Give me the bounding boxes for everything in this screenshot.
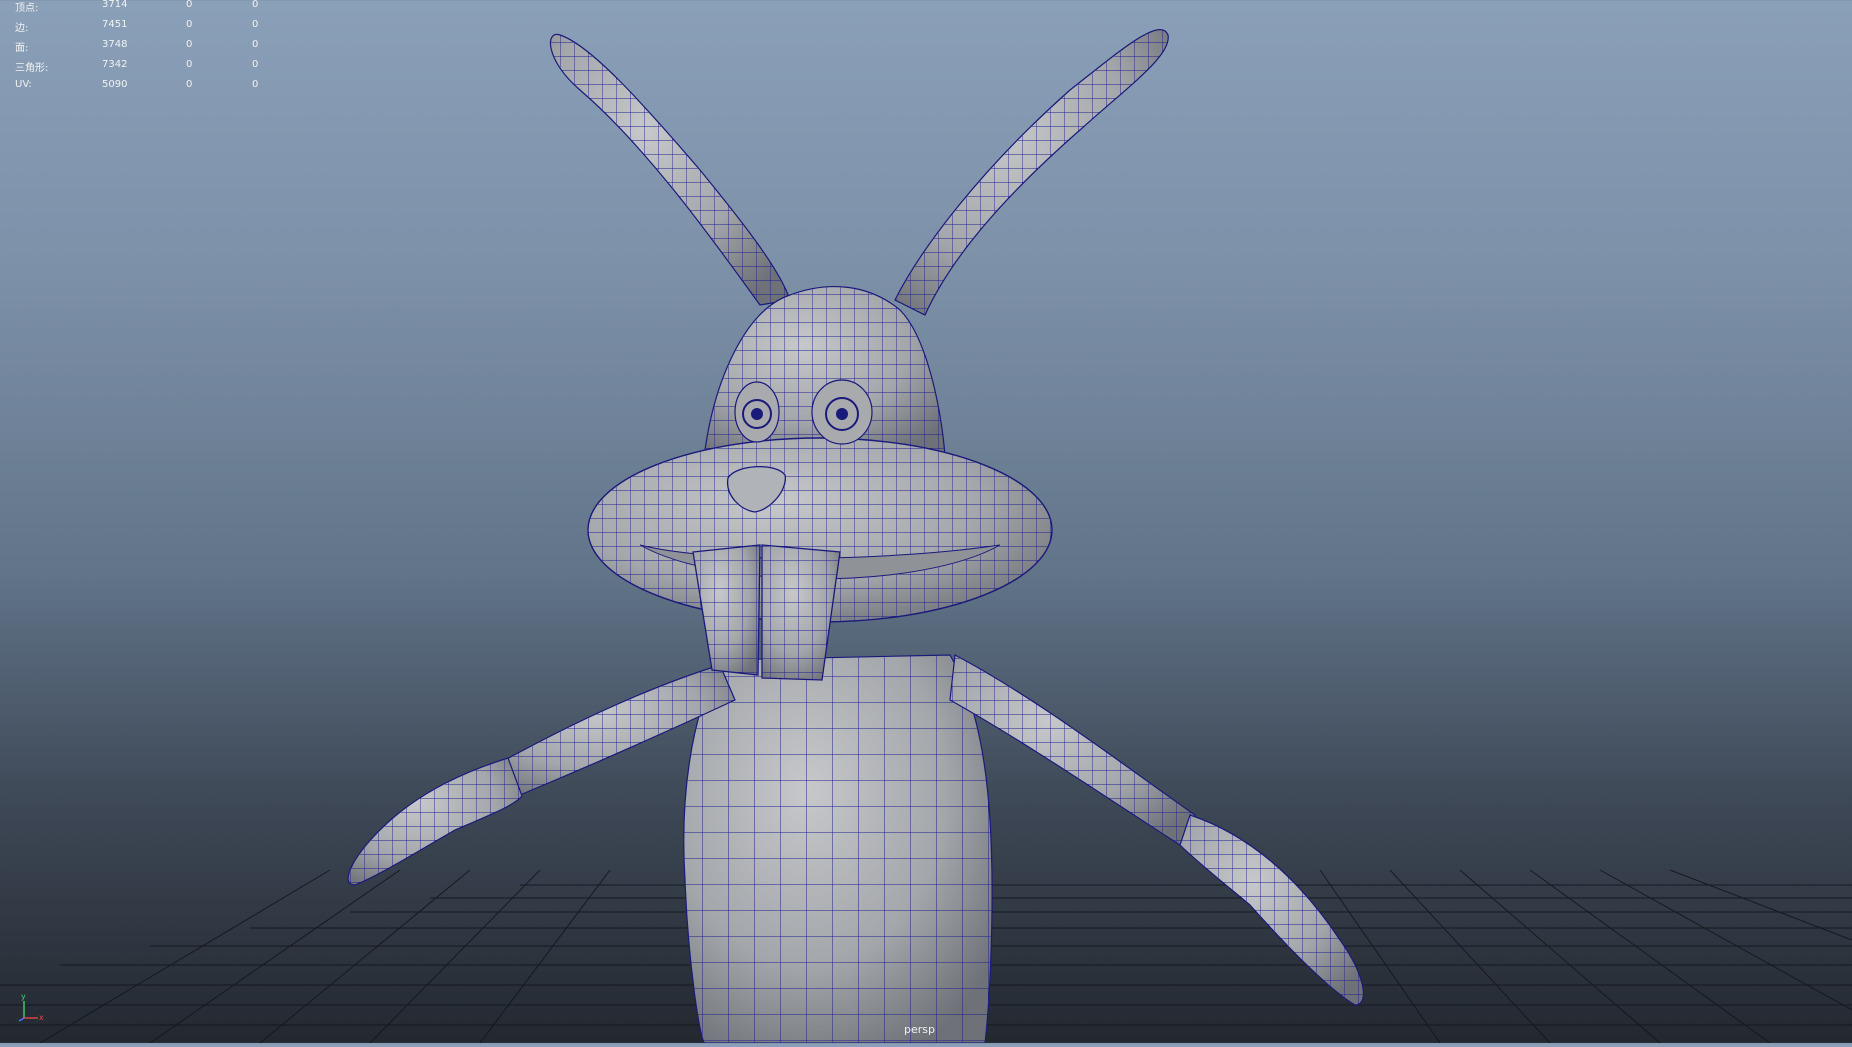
hud-tris: 0: [252, 39, 259, 50]
hud-label: 顶点:: [15, 3, 39, 14]
hud-selected: 0: [186, 19, 193, 30]
hud-value: 3714: [102, 0, 128, 10]
right-eye: [811, 379, 873, 445]
left-arm: [347, 664, 736, 886]
teeth: [692, 544, 841, 681]
hud-row-uvs: UV: 5090 0 0: [0, 79, 280, 95]
hud-selected: 0: [186, 79, 193, 90]
hud-label: 面:: [15, 43, 29, 54]
hud-selected: 0: [186, 59, 193, 70]
rabbit-model[interactable]: [347, 29, 1364, 1044]
hud-value: 5090: [102, 79, 128, 90]
hud-row-edges: 边: 7451 0 0: [0, 19, 280, 35]
hud-row-triangles: 三角形: 7342 0 0: [0, 59, 280, 75]
left-ear: [549, 33, 791, 306]
hud-label: 三角形:: [15, 63, 49, 74]
camera-label: persp: [904, 1023, 935, 1036]
hud-value: 7342: [102, 59, 128, 70]
hud-value: 7451: [102, 19, 128, 30]
axis-gizmo-icon: y x: [18, 992, 44, 1022]
hud-row-faces: 面: 3748 0 0: [0, 39, 280, 55]
hud-tris: 0: [252, 19, 259, 30]
hud-tris: 0: [252, 79, 259, 90]
body: [683, 654, 993, 1044]
right-arm: [949, 654, 1364, 1006]
hud-selected: 0: [186, 39, 193, 50]
right-ear: [894, 29, 1169, 316]
axis-y-label: y: [21, 992, 26, 1001]
hud-tris: 0: [252, 0, 259, 10]
hud-value: 3748: [102, 39, 128, 50]
hud-tris: 0: [252, 59, 259, 70]
left-eye: [734, 381, 780, 443]
axis-x-label: x: [39, 1013, 44, 1022]
hud-label: 边:: [15, 23, 29, 34]
hud-row-vertices: 顶点: 3714 0 0: [0, 0, 280, 15]
hud-selected: 0: [186, 0, 193, 10]
hud-label: UV:: [15, 79, 32, 90]
3d-viewport[interactable]: 顶点: 3714 0 0 边: 7451 0 0 面: 3748 0 0 三角形…: [0, 0, 1852, 1044]
viewport-canvas[interactable]: [0, 0, 1852, 1044]
